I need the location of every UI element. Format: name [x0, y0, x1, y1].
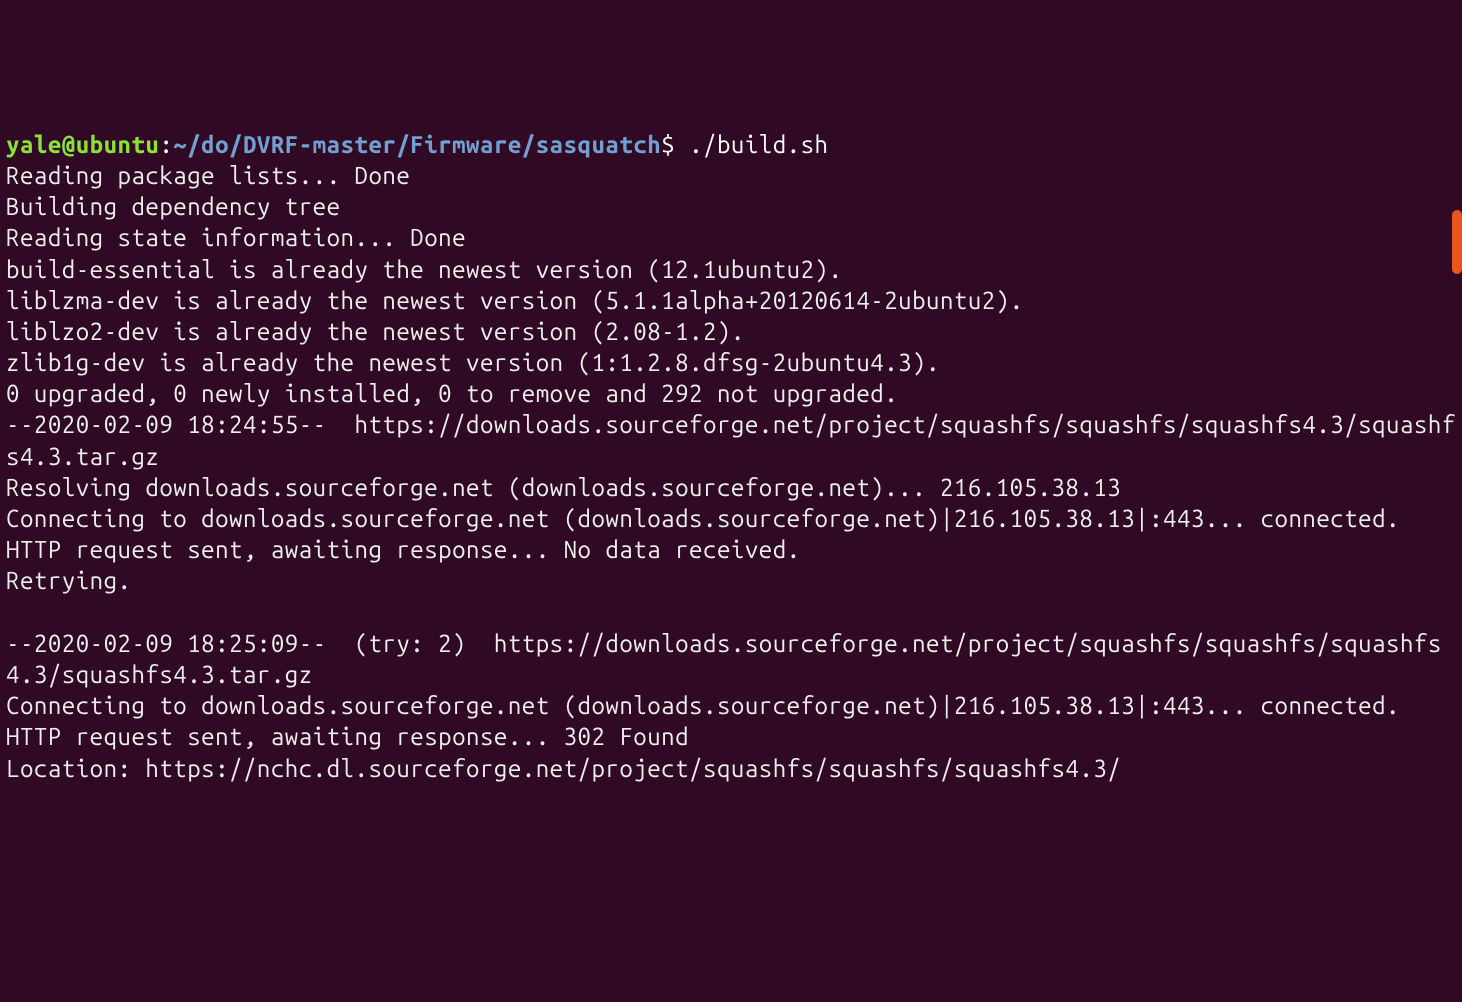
output-line: Reading state information... Done — [6, 224, 466, 251]
scrollbar-thumb[interactable] — [1452, 210, 1462, 274]
output-line: zlib1g-dev is already the newest version… — [6, 349, 940, 376]
command-input: ./build.sh — [675, 131, 828, 158]
prompt-colon: : — [159, 131, 173, 158]
output-line: liblzo2-dev is already the newest versio… — [6, 318, 745, 345]
output-line: --2020-02-09 18:25:09-- (try: 2) https:/… — [6, 630, 1442, 688]
output-line: HTTP request sent, awaiting response... … — [6, 536, 801, 563]
output-line: 0 upgraded, 0 newly installed, 0 to remo… — [6, 380, 898, 407]
output-line: Connecting to downloads.sourceforge.net … — [6, 692, 1400, 719]
prompt-user: yale@ubuntu — [6, 131, 159, 158]
prompt-path: ~/do/DVRF-master/Firmware/sasquatch — [173, 131, 661, 158]
output-line: HTTP request sent, awaiting response... … — [6, 723, 689, 750]
output-line: Building dependency tree — [6, 193, 341, 220]
prompt-dollar: $ — [661, 131, 675, 158]
output-line: Reading package lists... Done — [6, 162, 410, 189]
output-line: build-essential is already the newest ve… — [6, 256, 842, 283]
output-line: Retrying. — [6, 567, 131, 594]
output-line: Location: https://nchc.dl.sourceforge.ne… — [6, 755, 1121, 782]
output-line: --2020-02-09 18:24:55-- https://download… — [6, 411, 1456, 469]
output-line: Connecting to downloads.sourceforge.net … — [6, 505, 1400, 532]
terminal-window[interactable]: yale@ubuntu:~/do/DVRF-master/Firmware/sa… — [6, 129, 1456, 784]
output-line: Resolving downloads.sourceforge.net (dow… — [6, 474, 1121, 501]
output-line: liblzma-dev is already the newest versio… — [6, 287, 1024, 314]
